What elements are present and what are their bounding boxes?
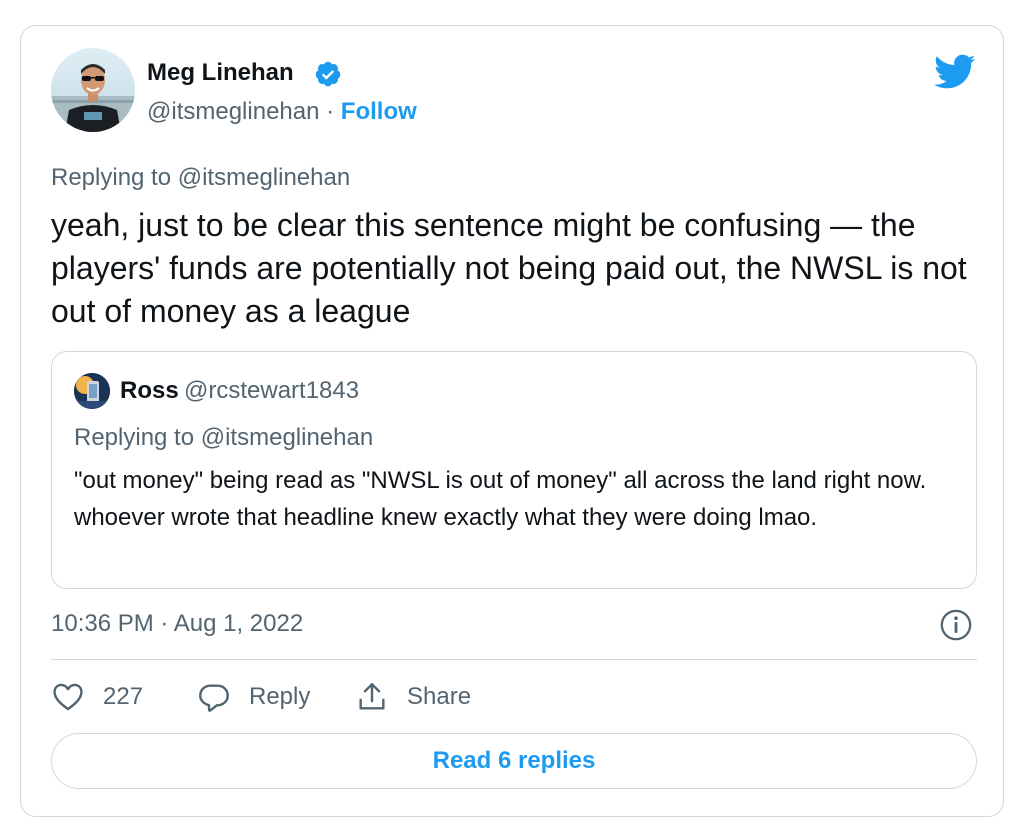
reply-button[interactable]: Reply bbox=[197, 679, 310, 715]
quoted-text: "out money" being read as "NWSL is out o… bbox=[74, 467, 927, 531]
verified-badge-icon bbox=[315, 61, 341, 87]
tweet-timestamp[interactable]: 10:36 PM · Aug 1, 2022 bbox=[51, 610, 303, 638]
author-name[interactable]: Meg Linehan bbox=[147, 59, 294, 87]
share-button[interactable]: Share bbox=[355, 679, 471, 715]
tweet-text: yeah, just to be clear this sentence mig… bbox=[51, 207, 967, 329]
author-avatar-image bbox=[51, 64, 135, 132]
reply-label: Reply bbox=[249, 683, 311, 710]
quoted-replying-to: Replying to @itsmeglinehan bbox=[74, 424, 374, 451]
twitter-bird-icon[interactable] bbox=[934, 54, 976, 90]
quoted-author-handle: @rcstewart1843 bbox=[184, 377, 360, 404]
like-button[interactable]: 227 bbox=[51, 679, 143, 715]
quoted-author-name: Ross bbox=[120, 377, 179, 404]
handle-separator: · bbox=[326, 98, 335, 125]
author-handle-row: @itsmeglinehan · Follow bbox=[147, 98, 417, 126]
like-count: 227 bbox=[103, 683, 144, 710]
quoted-author-avatar[interactable] bbox=[74, 373, 110, 409]
divider bbox=[51, 659, 977, 660]
heart-icon bbox=[53, 683, 83, 711]
follow-button[interactable]: Follow bbox=[341, 98, 417, 125]
author-handle[interactable]: @itsmeglinehan bbox=[147, 98, 319, 125]
share-label: Share bbox=[407, 683, 472, 710]
share-icon bbox=[359, 683, 385, 710]
info-icon[interactable] bbox=[939, 608, 973, 642]
author-avatar[interactable] bbox=[51, 48, 135, 132]
replying-to: Replying to @itsmeglinehan bbox=[51, 164, 351, 191]
quoted-avatar-image bbox=[74, 373, 110, 409]
read-replies-button[interactable]: Read 6 replies bbox=[51, 733, 977, 789]
reply-bubble-icon bbox=[199, 684, 229, 712]
embedded-tweet-card: Meg Linehan @itsmeglinehan · Follow Repl… bbox=[20, 25, 1004, 817]
quoted-tweet[interactable]: Ross @rcstewart1843 Replying to @itsmegl… bbox=[51, 351, 977, 589]
